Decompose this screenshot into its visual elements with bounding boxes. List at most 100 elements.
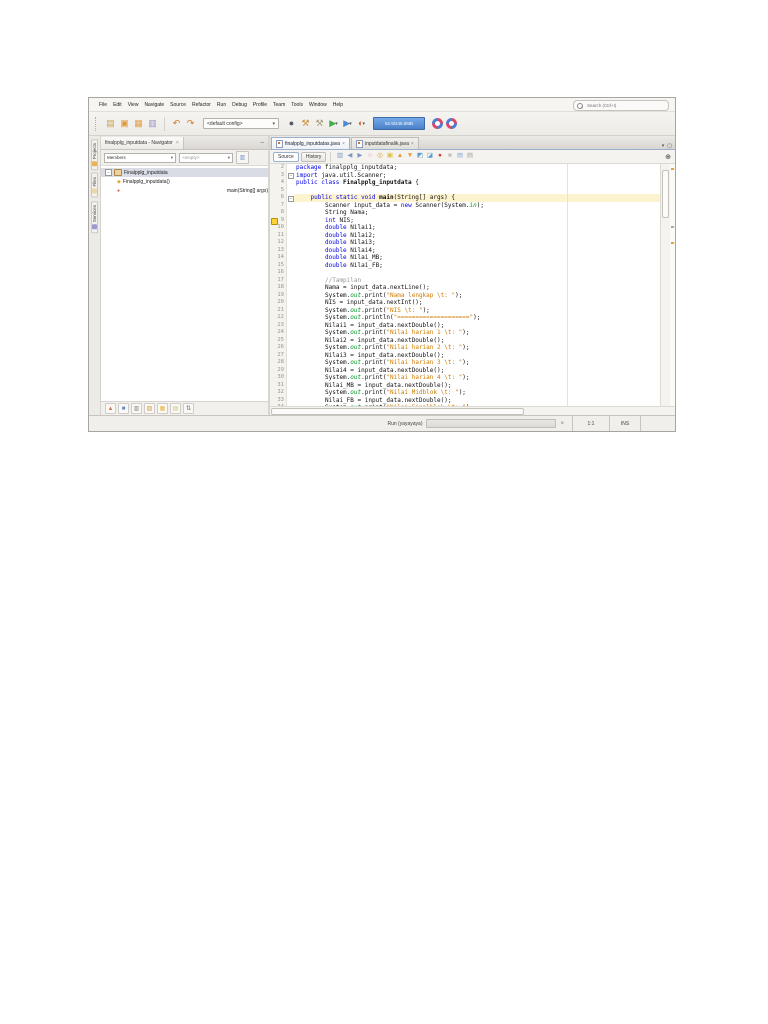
close-icon[interactable]: × xyxy=(411,141,414,147)
members-filter-select[interactable]: Members ▾ xyxy=(104,153,176,163)
close-icon[interactable]: × xyxy=(176,140,179,146)
inherited-filter-select[interactable]: <empty> ▾ xyxy=(179,153,233,163)
code-line-2: 2package finalpplg_inputdata; xyxy=(270,164,661,172)
line-number: 13 xyxy=(270,247,287,255)
sidebar-tab-files[interactable]: Files xyxy=(91,173,98,198)
previous-bookmark-icon[interactable]: ◩ xyxy=(415,152,424,161)
profile-point-icon-1[interactable] xyxy=(432,118,443,129)
menu-item-tools[interactable]: Tools xyxy=(288,101,306,109)
forward-icon[interactable]: ▶ xyxy=(355,152,364,161)
vertical-scrollbar[interactable] xyxy=(660,164,670,406)
run-project-icon[interactable]: ▶▾ xyxy=(327,117,340,130)
toolbar-grip[interactable] xyxy=(95,117,99,131)
quick-search[interactable] xyxy=(573,100,669,111)
save-all-icon[interactable]: ▥ xyxy=(146,117,159,130)
show-static-icon[interactable]: ▥ xyxy=(131,403,142,414)
menu-item-edit[interactable]: Edit xyxy=(110,101,125,109)
menu-item-source[interactable]: Source xyxy=(167,101,189,109)
insert-mode-indicator[interactable]: INS xyxy=(609,416,640,431)
line-number: 4 xyxy=(270,179,287,187)
maximize-icon[interactable]: ▢ xyxy=(667,143,672,149)
code-line-18: 18Nama = input_data.nextLine(); xyxy=(270,284,661,292)
new-project-icon[interactable]: ▣ xyxy=(118,117,131,130)
caret-mark[interactable] xyxy=(671,226,674,228)
error-stripe[interactable] xyxy=(670,164,675,406)
warning-mark[interactable] xyxy=(671,168,674,170)
clean-build-icon[interactable]: ⚒ xyxy=(313,117,326,130)
comment-icon[interactable]: ▤ xyxy=(455,152,464,161)
sidebar-tab-services[interactable]: Services xyxy=(91,201,98,233)
tree-item-class[interactable]: − Finalpplg_inputdata xyxy=(101,168,268,177)
record-macro-icon[interactable]: ● xyxy=(435,152,444,161)
profile-point-icon-2[interactable] xyxy=(446,118,457,129)
line-number: 24 xyxy=(270,329,287,337)
menu-item-run[interactable]: Run xyxy=(214,101,229,109)
uncomment-icon[interactable]: ▤ xyxy=(465,152,474,161)
tab-bar-controls: ▾ ▢ xyxy=(659,143,675,149)
filter-icon[interactable]: ⇅ xyxy=(183,403,194,414)
search-input[interactable] xyxy=(585,102,659,109)
scrollbar-thumb[interactable] xyxy=(662,170,669,218)
sidebar-tab-label: Files xyxy=(92,177,97,187)
tree-item-main[interactable]: ● main(String[] args) xyxy=(101,186,268,195)
code-area[interactable]: 2package finalpplg_inputdata;3−import ja… xyxy=(270,164,661,406)
hint-lightbulb-icon[interactable] xyxy=(271,218,278,225)
menu-item-team[interactable]: Team xyxy=(270,101,288,109)
sidebar-tab-projects[interactable]: Projects xyxy=(91,139,98,170)
code-line-20: 20NIS = input_data.nextInt(); xyxy=(270,299,661,307)
minimize-icon[interactable]: – xyxy=(257,140,268,146)
profile-project-icon[interactable]: ◐▾ xyxy=(355,117,368,130)
sort-alpha-icon[interactable]: ▦ xyxy=(157,403,168,414)
source-button[interactable]: Source xyxy=(273,152,299,162)
cancel-progress-icon[interactable]: × xyxy=(560,421,564,427)
navigator-filters: Members ▾ <empty> ▾ ▥ xyxy=(101,150,268,166)
caret-position: 1:1 xyxy=(572,416,609,431)
previous-match-icon[interactable]: ▲ xyxy=(395,152,404,161)
error-summary-icon[interactable]: ⊕ xyxy=(665,153,672,161)
redo-icon[interactable]: ↷ xyxy=(184,117,197,130)
sort-source-icon[interactable]: ▤ xyxy=(170,403,181,414)
menu-item-file[interactable]: File xyxy=(96,101,110,109)
menu-item-profile[interactable]: Profile xyxy=(250,101,270,109)
filter-settings-icon[interactable]: ▥ xyxy=(236,151,249,164)
scrollbar-thumb[interactable] xyxy=(271,408,524,415)
java-file-icon xyxy=(356,140,363,148)
menu-item-window[interactable]: Window xyxy=(306,101,330,109)
last-edit-icon[interactable]: ▥ xyxy=(335,152,344,161)
show-non-public-icon[interactable]: ▨ xyxy=(144,403,155,414)
history-button[interactable]: History xyxy=(301,152,327,162)
build-project-icon[interactable]: ⚒ xyxy=(299,117,312,130)
chevron-down-icon: ▾ xyxy=(171,155,173,161)
menu-item-debug[interactable]: Debug xyxy=(229,101,250,109)
toggle-highlight-icon[interactable]: ▣ xyxy=(385,152,394,161)
config-select[interactable]: <default config> ▾ xyxy=(203,118,279,129)
next-match-icon[interactable]: ▼ xyxy=(405,152,414,161)
show-fields-icon[interactable]: ■ xyxy=(118,403,129,414)
new-file-icon[interactable]: ▤ xyxy=(104,117,117,130)
menu-item-help[interactable]: Help xyxy=(330,101,346,109)
menu-item-refactor[interactable]: Refactor xyxy=(189,101,214,109)
stop-macro-icon[interactable]: ■ xyxy=(445,152,454,161)
show-inherited-icon[interactable]: ▲ xyxy=(105,403,116,414)
find-occurrences-icon[interactable]: ◎ xyxy=(375,152,384,161)
open-project-icon[interactable]: ▦ xyxy=(132,117,145,130)
back-icon[interactable]: ◀ xyxy=(345,152,354,161)
close-icon[interactable]: × xyxy=(342,141,345,147)
tab-inputdatafinalik-java[interactable]: inputdatafinalik.java × xyxy=(351,137,419,149)
debug-project-icon[interactable]: ▶▾ xyxy=(341,117,354,130)
next-bookmark-icon[interactable]: ◪ xyxy=(425,152,434,161)
warning-mark[interactable] xyxy=(671,242,674,244)
tab-finalpplg-inputdatas-java[interactable]: finalpplg_inputdatas.java × xyxy=(271,137,350,149)
tree-item-constructor[interactable]: ◆ Finalpplg_inputdata() xyxy=(101,177,268,186)
horizontal-scrollbar[interactable] xyxy=(270,406,675,415)
navigator-tab[interactable]: finalpplg_inputdata - Navigator × xyxy=(101,137,184,149)
find-selection-icon[interactable]: ○ xyxy=(365,152,374,161)
deploy-icon[interactable]: ● xyxy=(285,117,298,130)
undo-icon[interactable]: ↶ xyxy=(170,117,183,130)
collapse-toggle-icon[interactable]: − xyxy=(105,169,112,176)
menu-item-view[interactable]: View xyxy=(125,101,142,109)
menu-item-navigate[interactable]: Navigate xyxy=(141,101,167,109)
tab-list-icon[interactable]: ▾ xyxy=(662,143,665,149)
code-line-7: 7Scanner input_data = new Scanner(System… xyxy=(270,202,661,210)
memory-indicator[interactable]: 62.9/245.5MB xyxy=(373,117,425,130)
